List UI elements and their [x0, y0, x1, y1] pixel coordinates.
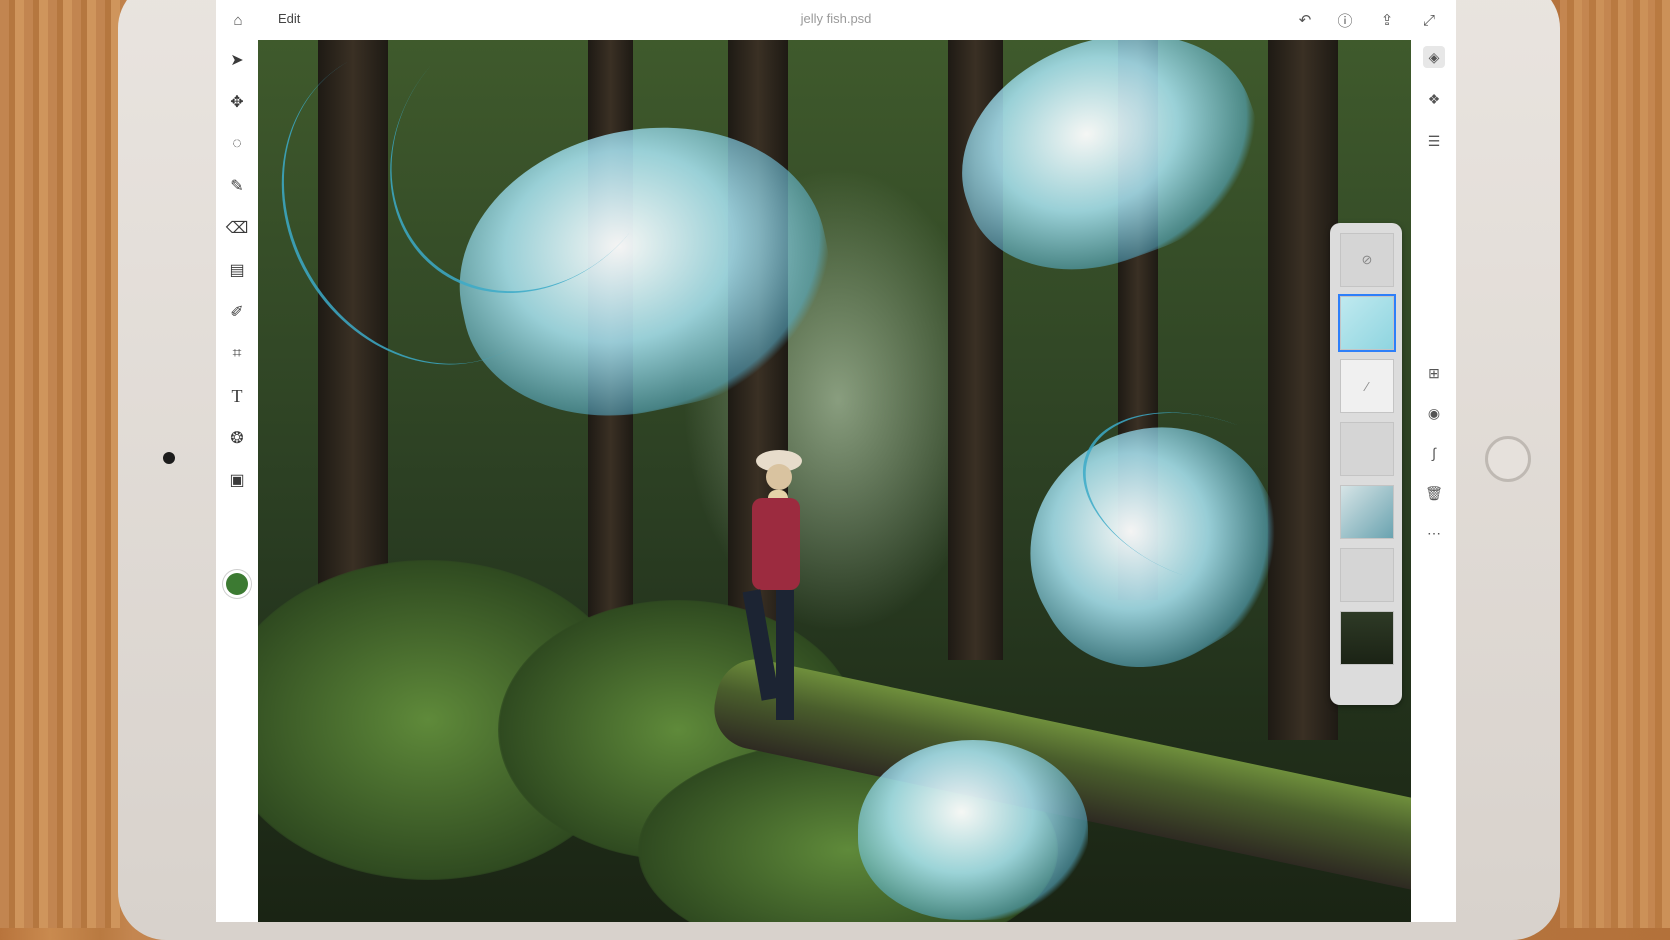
- layer-properties-icon[interactable]: ❖: [1423, 88, 1445, 110]
- foreground-color-swatch[interactable]: [226, 573, 248, 595]
- image-icon[interactable]: ▣: [225, 468, 249, 492]
- help-icon[interactable]: ⓘ: [1334, 9, 1356, 31]
- eraser-icon[interactable]: ⌫: [225, 216, 249, 240]
- ipad-home-button[interactable]: [1485, 436, 1531, 482]
- photo-canvas[interactable]: [258, 40, 1411, 922]
- add-layer-icon[interactable]: ⊞: [1423, 362, 1445, 384]
- clone-icon[interactable]: ❂: [225, 426, 249, 450]
- wood-desk-right: [1560, 0, 1670, 928]
- app-screen: ⌂ Edit jelly fish.psd ↶ ⓘ ⇪ ⤢ ➤ ✥ ◌ ✎ ⌫ …: [216, 0, 1456, 922]
- layer-thumb-hidden[interactable]: ⊘: [1340, 233, 1394, 287]
- brush-icon[interactable]: ✎: [225, 174, 249, 198]
- curves-icon: ∕: [1365, 378, 1369, 394]
- type-icon[interactable]: T: [225, 384, 249, 408]
- right-rail: ◈ ❖ ☰ ⊞ ◉ ∫ 🗑 ⋯: [1411, 40, 1456, 922]
- document-title: jelly fish.psd: [800, 11, 872, 26]
- layer-thumb-empty[interactable]: [1340, 422, 1394, 476]
- layer-thumb-cutout[interactable]: [1340, 485, 1394, 539]
- share-icon[interactable]: ⇪: [1376, 9, 1398, 31]
- crop-icon[interactable]: ⌗: [225, 342, 249, 366]
- undo-icon[interactable]: ↶: [1294, 9, 1316, 31]
- adjustments-icon[interactable]: ☰: [1423, 130, 1445, 152]
- hidden-eye-icon: ⊘: [1361, 252, 1373, 267]
- lasso-icon[interactable]: ◌: [225, 132, 249, 156]
- layer-thumb-jellyfish[interactable]: [1338, 294, 1396, 352]
- layer-thumb-background[interactable]: [1340, 611, 1394, 665]
- visibility-icon[interactable]: ◉: [1423, 402, 1445, 424]
- delete-icon[interactable]: 🗑: [1423, 482, 1445, 504]
- layers-icon[interactable]: ◈: [1423, 46, 1445, 68]
- healing-icon[interactable]: ✐: [225, 300, 249, 324]
- tool-bar: ➤ ✥ ◌ ✎ ⌫ ▤ ✐ ⌗ T ❂ ▣: [216, 40, 258, 922]
- ipad-camera: [163, 452, 175, 464]
- jellyfish: [858, 740, 1088, 920]
- link-icon[interactable]: ∫: [1423, 442, 1445, 464]
- move-icon[interactable]: ✥: [225, 90, 249, 114]
- more-icon[interactable]: ⋯: [1423, 522, 1445, 544]
- layer-thumb-curves[interactable]: ∕: [1340, 359, 1394, 413]
- hiker-woman: [738, 450, 818, 750]
- expand-icon[interactable]: ⤢: [1418, 9, 1440, 31]
- layers-panel: ⊘ ∕: [1330, 223, 1402, 705]
- select-icon[interactable]: ➤: [225, 48, 249, 72]
- gradient-icon[interactable]: ▤: [225, 258, 249, 282]
- layer-thumb-blank[interactable]: [1340, 548, 1394, 602]
- top-bar: ⌂ Edit jelly fish.psd ↶ ⓘ ⇪ ⤢: [216, 0, 1456, 41]
- tree-trunk: [1268, 40, 1338, 740]
- wood-desk-left: [0, 0, 120, 928]
